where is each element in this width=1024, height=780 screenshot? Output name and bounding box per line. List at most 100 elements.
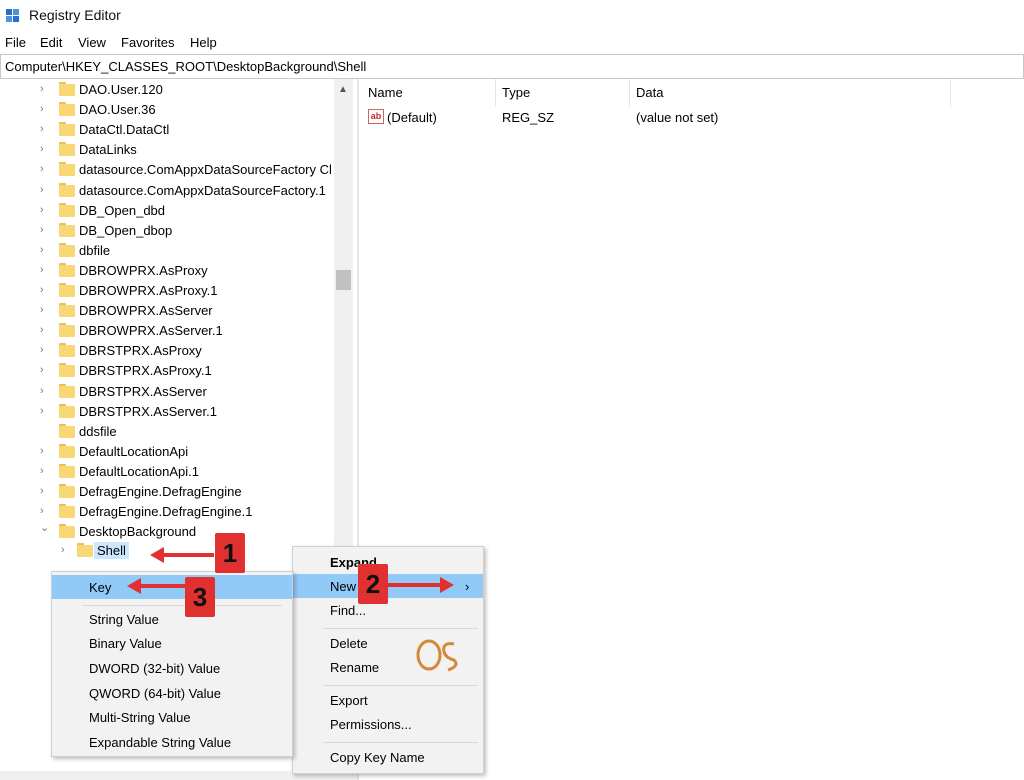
tree-item-label: DefragEngine.DefragEngine — [79, 484, 242, 499]
tree-item[interactable]: › DefaultLocationApi.1 — [0, 462, 340, 482]
tree-item[interactable]: › DefragEngine.DefragEngine — [0, 482, 340, 502]
tree-item[interactable]: › DBROWPRX.AsProxy — [0, 261, 340, 281]
menu-file[interactable]: File — [5, 35, 26, 50]
tree-item[interactable]: › DefaultLocationApi — [0, 442, 340, 462]
folder-icon — [59, 343, 75, 358]
menu-item-expandable-string-value[interactable]: Expandable String Value — [52, 730, 292, 754]
tree-item[interactable]: › DefragEngine.DefragEngine.1 — [0, 502, 340, 522]
menu-favorites[interactable]: Favorites — [121, 35, 174, 50]
tree-item[interactable]: › DataCtl.DataCtl — [0, 120, 340, 140]
column-header-name[interactable]: Name — [368, 85, 403, 100]
menu-item-multi-string-value[interactable]: Multi-String Value — [52, 705, 292, 729]
tree-item-label: DAO.User.120 — [79, 82, 163, 97]
chevron-right-icon[interactable]: › — [40, 324, 52, 336]
tree-item[interactable]: › DBROWPRX.AsServer — [0, 301, 340, 321]
folder-icon — [59, 443, 75, 458]
chevron-right-icon[interactable]: › — [40, 184, 52, 196]
chevron-right-icon[interactable]: › — [40, 123, 52, 135]
chevron-right-icon[interactable]: › — [40, 204, 52, 216]
menu-edit[interactable]: Edit — [40, 35, 62, 50]
menu-view[interactable]: View — [78, 35, 106, 50]
tree-item[interactable]: ⌄ DesktopBackground — [0, 522, 340, 542]
tree-item-label: datasource.ComAppxDataSourceFactory.1 — [79, 182, 326, 198]
chevron-right-icon[interactable]: › — [40, 163, 52, 175]
menu-item-qword-value[interactable]: QWORD (64-bit) Value — [52, 681, 292, 705]
chevron-right-icon[interactable]: › — [40, 244, 52, 256]
address-path[interactable]: Computer\HKEY_CLASSES_ROOT\DesktopBackgr… — [5, 59, 366, 74]
chevron-right-icon[interactable]: › — [40, 143, 52, 155]
tree-line — [40, 425, 52, 437]
tree-item[interactable]: › DataLinks — [0, 140, 340, 160]
annotation-badge-2: 2 — [358, 564, 388, 604]
tree-item[interactable]: › DB_Open_dbop — [0, 221, 340, 241]
tree-item[interactable]: › DBRSTPRX.AsServer.1 — [0, 402, 340, 422]
chevron-right-icon[interactable]: › — [40, 224, 52, 236]
tree-item[interactable]: › DB_Open_dbd — [0, 201, 340, 221]
menu-help[interactable]: Help — [190, 35, 217, 50]
registry-editor-icon — [6, 9, 19, 22]
tree-item[interactable]: › datasource.ComAppxDataSourceFactory Cl — [0, 160, 340, 180]
chevron-right-icon[interactable]: › — [40, 344, 52, 356]
chevron-right-icon[interactable]: › — [40, 405, 52, 417]
tree-item-label: DBRSTPRX.AsServer.1 — [79, 403, 217, 419]
chevron-right-icon[interactable]: › — [40, 264, 52, 276]
menu-item-string-value[interactable]: String Value — [52, 607, 292, 631]
value-data: (value not set) — [636, 110, 719, 125]
chevron-right-icon[interactable]: › — [40, 284, 52, 296]
chevron-right-icon[interactable]: › — [40, 465, 52, 477]
tree-item[interactable]: › DBROWPRX.AsProxy.1 — [0, 281, 340, 301]
new-submenu: Key String Value Binary Value DWORD (32-… — [51, 571, 293, 757]
scroll-up-arrow-icon[interactable]: ▲ — [338, 84, 348, 95]
folder-icon — [59, 122, 75, 137]
tree-item-shell[interactable]: › Shell — [59, 541, 139, 561]
column-header-type[interactable]: Type — [502, 85, 530, 100]
chevron-right-icon[interactable]: › — [40, 83, 52, 95]
address-bar[interactable]: Computer\HKEY_CLASSES_ROOT\DesktopBackgr… — [0, 54, 1024, 79]
menu-item-find[interactable]: Find... — [293, 598, 483, 622]
tree-item[interactable]: › DBRSTPRX.AsProxy.1 — [0, 361, 340, 381]
chevron-right-icon[interactable]: › — [61, 544, 65, 556]
chevron-right-icon[interactable]: › — [40, 505, 52, 517]
menu-item-binary-value[interactable]: Binary Value — [52, 631, 292, 655]
tree-item[interactable]: › DBROWPRX.AsServer.1 — [0, 321, 340, 341]
tree-item-label: Shell — [94, 542, 129, 559]
menu-item-expand[interactable]: Expand — [293, 550, 483, 574]
submenu-arrow-icon: › — [465, 579, 470, 594]
tree-item-label: DBROWPRX.AsServer.1 — [79, 323, 223, 339]
tree-item-label: DefragEngine.DefragEngine.1 — [79, 504, 253, 520]
menu-item-copy-key-name[interactable]: Copy Key Name — [293, 745, 483, 769]
value-row[interactable]: ab (Default) REG_SZ (value not set) — [359, 109, 959, 129]
tree-item[interactable]: ddsfile — [0, 422, 340, 442]
chevron-right-icon[interactable]: › — [40, 364, 52, 376]
tree-item-label: DB_Open_dbd — [79, 202, 166, 218]
tree-item-label: DAO.User.36 — [79, 102, 156, 118]
watermark-logo-icon — [416, 639, 458, 672]
chevron-down-icon[interactable]: ⌄ — [40, 521, 52, 534]
tree-scrollbar-thumb[interactable] — [336, 270, 351, 290]
folder-icon — [59, 504, 75, 519]
tree-item[interactable]: › datasource.ComAppxDataSourceFactory.1 — [0, 181, 340, 201]
folder-icon — [59, 202, 75, 217]
window-title: Registry Editor — [29, 7, 121, 23]
folder-icon — [59, 162, 75, 177]
column-header-data[interactable]: Data — [636, 85, 663, 100]
tree-item-label: DefaultLocationApi — [79, 443, 189, 459]
folder-icon — [59, 102, 75, 117]
chevron-right-icon[interactable]: › — [40, 485, 52, 497]
chevron-right-icon[interactable]: › — [40, 385, 52, 397]
menu-item-dword-value[interactable]: DWORD (32-bit) Value — [52, 656, 292, 680]
tree-item[interactable]: › dbfile — [0, 241, 340, 261]
chevron-right-icon[interactable]: › — [40, 304, 52, 316]
chevron-right-icon[interactable]: › — [40, 445, 52, 457]
tree-item[interactable]: › DBRSTPRX.AsServer — [0, 382, 340, 402]
menu-item-export[interactable]: Export — [293, 688, 483, 712]
tree-item-label: DataCtl.DataCtl — [79, 122, 170, 138]
chevron-right-icon[interactable]: › — [40, 103, 52, 115]
menu-item-permissions[interactable]: Permissions... — [293, 712, 483, 736]
tree-item[interactable]: › DAO.User.36 — [0, 100, 340, 120]
tree-item[interactable]: › DBRSTPRX.AsProxy — [0, 341, 340, 361]
string-value-icon: ab — [368, 109, 384, 124]
tree-item-label: DB_Open_dbop — [79, 222, 173, 238]
folder-icon — [59, 363, 75, 378]
tree-item[interactable]: › DAO.User.120 — [0, 80, 340, 100]
